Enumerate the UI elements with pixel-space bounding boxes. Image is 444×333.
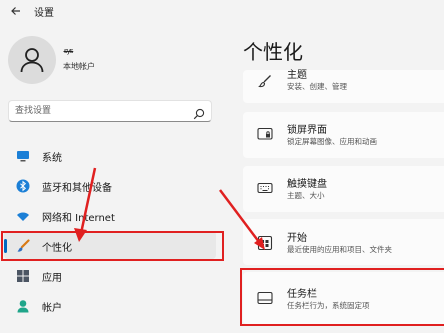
person-icon [16, 298, 30, 313]
wifi-icon [16, 208, 30, 222]
search-input[interactable] [15, 104, 185, 118]
lock-screen-icon [257, 126, 273, 142]
card-lock-screen[interactable]: 锁屏界面 锁定屏幕图像、应用和动画 [243, 112, 444, 158]
card-title: 开始 [287, 233, 307, 244]
avatar [8, 36, 56, 84]
card-title: 主题 [287, 70, 307, 81]
sidebar-item-label: 网络和 Internet [42, 213, 115, 224]
search-icon[interactable] [193, 105, 205, 120]
sidebar-item-accounts[interactable]: 帐户 [4, 291, 216, 319]
monitor-icon [16, 148, 30, 162]
start-icon [257, 235, 273, 251]
card-title: 锁屏界面 [287, 125, 327, 136]
highlight-box-taskbar [240, 268, 444, 326]
sidebar-item-label: 系统 [42, 153, 62, 164]
title-bar: 设置 [0, 0, 444, 22]
sidebar-item-network[interactable]: 网络和 Internet [4, 201, 216, 229]
card-description: 锁定屏幕图像、应用和动画 [287, 137, 377, 146]
sidebar-item-label: 蓝牙和其他设备 [42, 183, 112, 194]
app-title: 设置 [34, 8, 54, 19]
back-arrow-icon[interactable] [10, 5, 24, 19]
card-description: 安装、创建、管理 [287, 82, 347, 91]
sidebar-item-apps[interactable]: 应用 [4, 261, 216, 289]
apps-icon [16, 268, 30, 282]
sidebar-item-bluetooth[interactable]: 蓝牙和其他设备 [4, 171, 216, 199]
sidebar-item-label: 应用 [42, 273, 62, 284]
person-icon [20, 48, 44, 73]
card-themes[interactable]: 主题 安装、创建、管理 [243, 70, 444, 103]
page-title: 个性化 [243, 40, 303, 64]
card-touch-keyboard[interactable]: 触摸键盘 主题、大小 [243, 166, 444, 212]
keyboard-icon [257, 180, 273, 196]
account-type: 本地帐户 [63, 62, 95, 71]
sidebar-item-system[interactable]: 系统 [4, 141, 216, 169]
sidebar-item-label: 帐户 [42, 303, 62, 314]
user-profile[interactable]: s̶y̶s̶ 本地帐户 [8, 36, 218, 86]
search-box[interactable] [8, 100, 212, 122]
bluetooth-icon [16, 178, 30, 193]
card-description: 最近使用的应用和项目、文件夹 [287, 245, 392, 254]
brush-icon [257, 73, 273, 89]
highlight-box-personalization [1, 231, 224, 261]
card-description: 主题、大小 [287, 191, 325, 200]
card-title: 触摸键盘 [287, 179, 327, 190]
user-name: s̶y̶s̶ [64, 47, 73, 55]
card-start[interactable]: 开始 最近使用的应用和项目、文件夹 [243, 219, 444, 265]
